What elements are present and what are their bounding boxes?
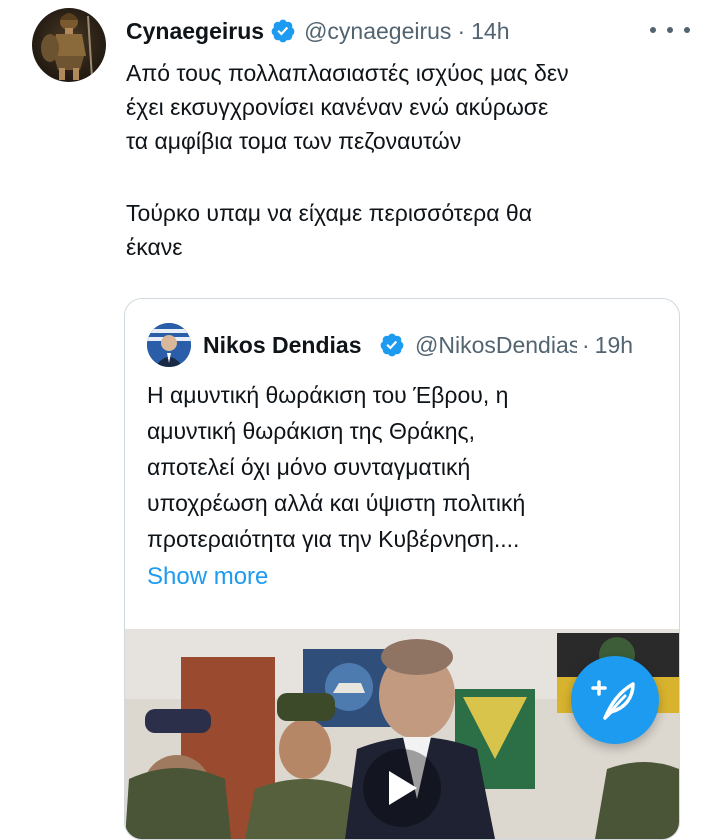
tweet-text-line: τα αμφίβια τομα των πεζοναυτών — [126, 128, 462, 154]
quoted-tweet-timestamp[interactable]: 19h — [595, 332, 633, 359]
quoted-author-avatar[interactable] — [147, 323, 191, 367]
quoted-tweet-text: Η αμυντική θωράκιση του Έβρου, η αμυντικ… — [147, 377, 667, 557]
tweet-timestamp[interactable]: 14h — [471, 18, 509, 45]
quoted-avatar-image — [147, 323, 191, 367]
compose-tweet-icon — [591, 680, 635, 720]
quoted-text-line: προτεραιότητα για την Κυβέρνηση.... — [147, 526, 520, 552]
tweet-text-line: έχει εκσυγχρονίσει κανέναν ενώ ακύρωσε — [126, 94, 549, 120]
author-handle[interactable]: @cynaegeirus — [304, 18, 451, 45]
verified-badge-icon — [271, 19, 295, 43]
more-options-button[interactable] — [650, 18, 690, 42]
header-separator: · — [457, 17, 466, 44]
author-avatar[interactable] — [32, 8, 106, 82]
quoted-text-line: αμυντική θωράκιση της Θράκης, — [147, 418, 476, 444]
quoted-text-line: υποχρέωση αλλά και ύψιστη πολιτική — [147, 490, 526, 516]
quoted-text-line: αποτελεί όχι μόνο συνταγματική — [147, 454, 471, 480]
warrior-avatar-image — [41, 13, 93, 80]
quoted-author-handle[interactable]: @NikosDendias — [415, 332, 577, 359]
quoted-header-separator: · — [582, 331, 590, 358]
more-icon-dot — [667, 27, 673, 33]
tweet-text-line: Τούρκο υπαμ να είχαμε περισσότερα θα — [126, 200, 533, 226]
author-name[interactable]: Cynaegeirus — [126, 18, 264, 45]
tweet-text-line: έκανε — [126, 234, 183, 260]
more-icon-dot — [684, 27, 690, 33]
tweet-header: Cynaegeirus @cynaegeirus · 14h — [126, 14, 509, 48]
verified-badge-icon — [380, 333, 404, 357]
show-more-link[interactable]: Show more — [147, 563, 268, 591]
play-icon — [389, 771, 417, 805]
quoted-text-line: Η αμυντική θωράκιση του Έβρου, η — [147, 382, 509, 408]
compose-tweet-button[interactable] — [571, 656, 659, 744]
tweet-text-line: Από τους πολλαπλασιαστές ισχύος μας δεν — [126, 60, 569, 86]
tweet-text: Από τους πολλαπλασιαστές ισχύος μας δεν … — [126, 56, 686, 264]
quoted-tweet-card[interactable]: Nikos Dendias @NikosDendias · 19h Η αμυν… — [124, 298, 680, 840]
play-button[interactable] — [363, 749, 441, 827]
quoted-author-name[interactable]: Nikos Dendias — [203, 332, 373, 359]
quoted-tweet-header: Nikos Dendias @NikosDendias · 19h — [147, 323, 633, 367]
more-icon — [650, 27, 656, 33]
